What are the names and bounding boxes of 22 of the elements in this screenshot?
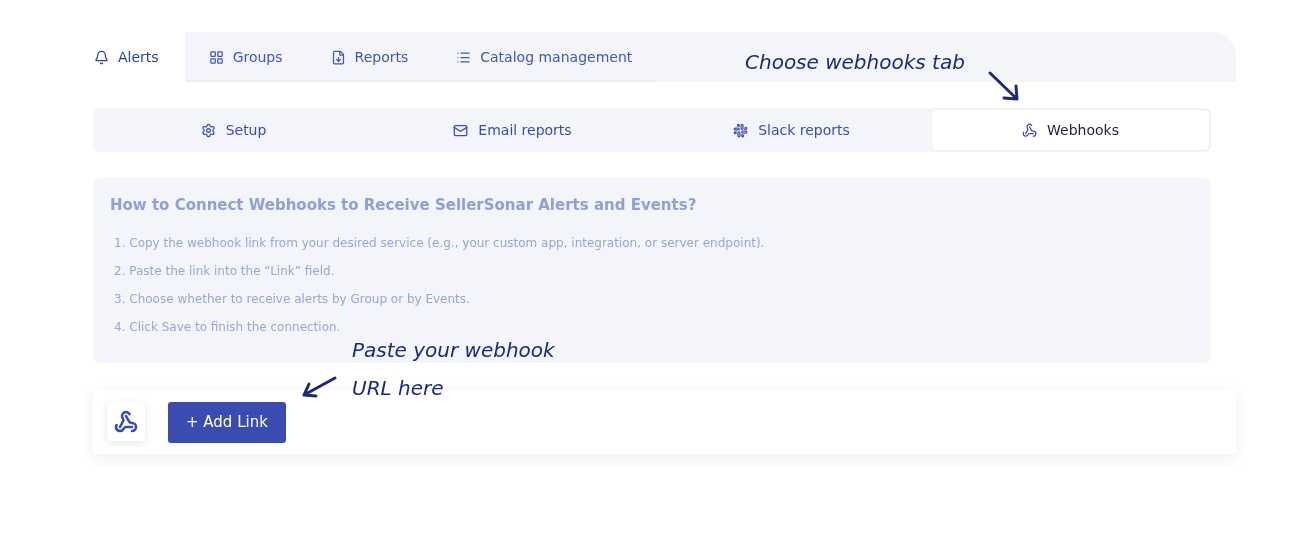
add-link-button[interactable]: + Add Link [168,401,286,443]
hash-icon [733,122,749,138]
tab[interactable]: Webhooks [931,109,1210,151]
grid-icon [208,49,224,65]
annotation-note: Paste your webhook URL here [352,337,555,402]
mail-icon [453,122,469,138]
list-icon [456,49,472,65]
webhook-icon [1022,122,1038,138]
info-title: How to Connect Webhooks to Receive SellerSonar Alerts and Events? [110,196,698,214]
arrow-icon [300,375,338,399]
bell-icon [94,49,109,65]
tab[interactable]: Email reports [373,109,652,151]
tab[interactable]: Setup [94,109,373,151]
instruction-step: 1. Copy the webhook link from your desired service (e.g., your custom app, integration, or server endpoint). [114,236,1194,250]
settings-icon [200,122,216,138]
tab[interactable]: Slack reports [652,109,931,151]
instruction-step: 3. Choose whether to receive alerts by Group or by Events. [114,292,1194,306]
download-icon [330,49,346,65]
webhook-icon [114,410,138,434]
instruction-step: 4. Click Save to finish the connection. [114,320,1194,334]
instruction-step: 2. Paste the link into the “Link” field. [114,264,1194,278]
annotation-note: Choose webhooks tab [745,49,965,76]
